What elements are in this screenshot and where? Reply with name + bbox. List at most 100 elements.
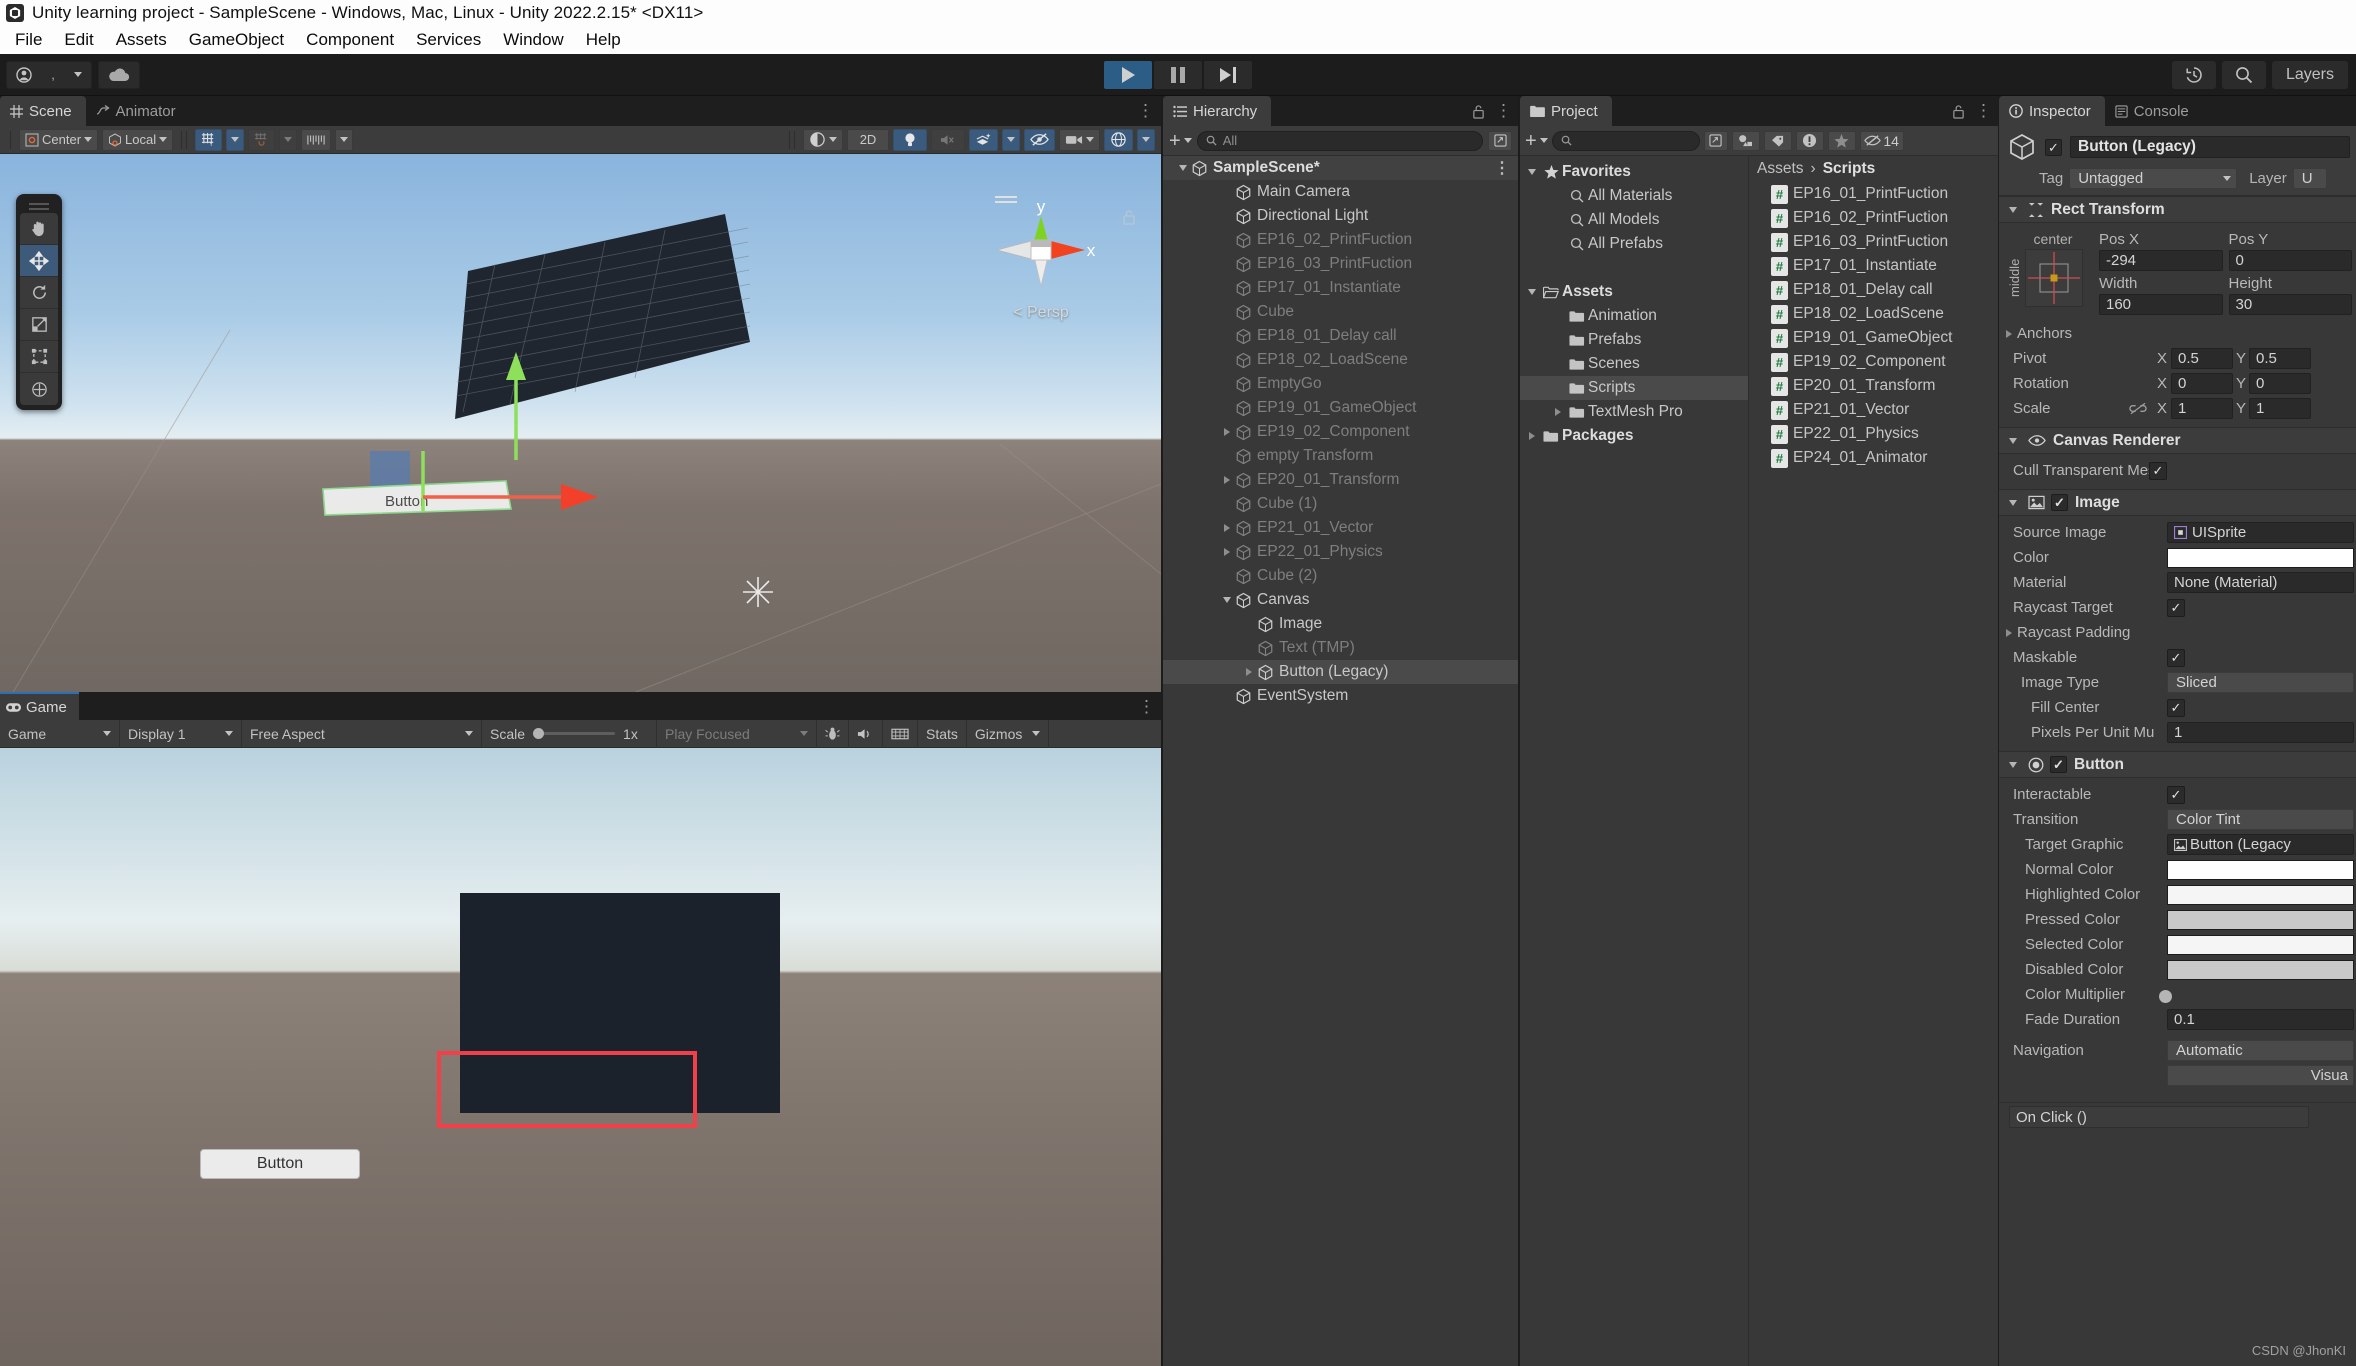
chevron-down-icon[interactable] xyxy=(2005,499,2021,506)
chevron-down-icon[interactable] xyxy=(1175,165,1191,171)
chevron-down-icon[interactable] xyxy=(1524,289,1540,295)
project-asset-item[interactable]: # EP24_01_Animator xyxy=(1749,446,1998,470)
project-tree-item[interactable]: Scenes xyxy=(1520,352,1748,376)
menu-window[interactable]: Window xyxy=(492,26,574,54)
project-tree-item[interactable]: Favorites xyxy=(1520,160,1748,184)
hierarchy-open-in-window-button[interactable] xyxy=(1488,130,1512,151)
hierarchy-item[interactable]: Cube xyxy=(1163,300,1518,324)
project-type-filter-button[interactable] xyxy=(1731,130,1760,151)
scene-overlay-grip[interactable] xyxy=(995,196,1017,203)
hierarchy-item[interactable]: EP18_01_Delay call xyxy=(1163,324,1518,348)
lock-icon[interactable] xyxy=(1952,104,1965,119)
chevron-down-icon[interactable] xyxy=(2005,206,2021,213)
component-header-canvas-renderer[interactable]: Canvas Renderer xyxy=(1999,427,2356,454)
rect-tool-button[interactable] xyxy=(20,341,58,373)
project-tree-item[interactable]: TextMesh Pro xyxy=(1520,400,1748,424)
anchors-foldout[interactable]: Anchors xyxy=(1999,321,2356,346)
scene-context-menu-icon[interactable]: ⋮ xyxy=(1494,158,1510,178)
project-asset-item[interactable]: # EP20_01_Transform xyxy=(1749,374,1998,398)
game-aspect-grid-button[interactable] xyxy=(883,719,918,748)
hierarchy-item[interactable]: EP16_02_PrintFuction xyxy=(1163,228,1518,252)
project-asset-item[interactable]: # EP18_01_Delay call xyxy=(1749,278,1998,302)
disabled-color-swatch[interactable] xyxy=(2167,959,2354,980)
tab-animator[interactable]: Animator xyxy=(86,96,190,126)
hierarchy-add-button[interactable]: + xyxy=(1169,131,1192,151)
chevron-down-icon[interactable] xyxy=(2005,437,2021,444)
scene-perspective-label[interactable]: < Persp xyxy=(981,304,1101,322)
fx-options-dropdown[interactable] xyxy=(1002,128,1020,151)
hierarchy-tree[interactable]: SampleScene* ⋮ Main Camera Directional Ligh… xyxy=(1163,156,1518,708)
normal-color-swatch[interactable] xyxy=(2167,859,2354,880)
chevron-right-icon[interactable] xyxy=(1219,428,1235,436)
hidden-objects-toggle[interactable] xyxy=(1024,128,1055,151)
height-field[interactable]: 30 xyxy=(2228,294,2352,315)
rotation-y-field[interactable]: 0 xyxy=(2249,373,2311,394)
scene-audio-toggle[interactable] xyxy=(931,128,965,151)
button-enabled-checkbox[interactable]: ✓ xyxy=(2050,756,2067,773)
chevron-right-icon[interactable] xyxy=(1219,548,1235,556)
pivot-y-field[interactable]: 0.5 xyxy=(2249,348,2311,369)
menu-file[interactable]: File xyxy=(4,26,53,54)
project-warning-filter-button[interactable] xyxy=(1795,130,1824,151)
game-viewport[interactable]: Button xyxy=(0,748,1161,1366)
menu-gameobject[interactable]: GameObject xyxy=(178,26,295,54)
project-tree-item[interactable]: All Materials xyxy=(1520,184,1748,208)
move-gizmo-y-axis[interactable] xyxy=(498,352,534,462)
move-tool-button[interactable] xyxy=(20,245,58,277)
fill-center-checkbox[interactable]: ✓ xyxy=(2167,698,2185,717)
chevron-right-icon[interactable] xyxy=(1524,432,1540,440)
hierarchy-item[interactable]: EventSystem xyxy=(1163,684,1518,708)
component-header-rect-transform[interactable]: Rect Transform xyxy=(1999,196,2356,223)
scene-fx-toggle[interactable] xyxy=(969,128,998,151)
project-asset-list[interactable]: # EP16_01_PrintFuction # EP16_02_PrintFucti… xyxy=(1749,182,1998,470)
tab-scene[interactable]: Scene xyxy=(0,96,86,126)
scene-tab-menu[interactable]: ⋮ xyxy=(1137,96,1155,126)
project-asset-item[interactable]: # EP16_03_PrintFuction xyxy=(1749,230,1998,254)
project-tree-item[interactable]: Scripts xyxy=(1520,376,1748,400)
grid-visibility-toggle[interactable]: Y xyxy=(195,128,223,151)
hierarchy-item[interactable]: EP20_01_Transform xyxy=(1163,468,1518,492)
scale-y-field[interactable]: 1 xyxy=(2249,398,2311,419)
project-menu-icon[interactable]: ⋮ xyxy=(1975,101,1992,121)
scale-slider-track[interactable] xyxy=(533,728,616,739)
menu-help[interactable]: Help xyxy=(575,26,632,54)
object-enabled-checkbox[interactable]: ✓ xyxy=(2045,138,2062,156)
menu-assets[interactable]: Assets xyxy=(105,26,178,54)
project-asset-pane[interactable]: Assets › Scripts # EP16_01_PrintFuction # E… xyxy=(1749,156,1998,1366)
scene-axis-gizmo[interactable]: y x xyxy=(981,190,1101,310)
hierarchy-item[interactable]: EP17_01_Instantiate xyxy=(1163,276,1518,300)
layers-dropdown[interactable]: Layers xyxy=(2271,60,2348,89)
ppu-field[interactable]: 1 xyxy=(2167,722,2354,743)
snap-toggle[interactable] xyxy=(248,128,276,151)
chevron-right-icon[interactable] xyxy=(1241,668,1257,676)
transform-tool-button[interactable] xyxy=(20,373,58,405)
project-tree-item[interactable]: All Prefabs xyxy=(1520,232,1748,256)
project-asset-item[interactable]: # EP19_01_GameObject xyxy=(1749,326,1998,350)
hierarchy-item[interactable]: Main Camera xyxy=(1163,180,1518,204)
grid-options-dropdown[interactable] xyxy=(226,128,245,151)
hierarchy-item[interactable]: Text (TMP) xyxy=(1163,636,1518,660)
project-open-in-window-button[interactable] xyxy=(1703,130,1728,151)
project-tree-item[interactable]: All Models xyxy=(1520,208,1748,232)
search-button[interactable] xyxy=(2221,60,2266,89)
project-label-filter-button[interactable] xyxy=(1763,130,1792,151)
hierarchy-item[interactable]: EP21_01_Vector xyxy=(1163,516,1518,540)
visualize-button[interactable]: Visua xyxy=(2167,1065,2354,1086)
selected-color-swatch[interactable] xyxy=(2167,934,2354,955)
step-button[interactable] xyxy=(1204,60,1252,89)
hierarchy-item[interactable]: Directional Light xyxy=(1163,204,1518,228)
hierarchy-menu-icon[interactable]: ⋮ xyxy=(1495,101,1512,121)
hand-tool-button[interactable] xyxy=(20,213,58,245)
hierarchy-item[interactable]: EP22_01_Physics xyxy=(1163,540,1518,564)
fade-duration-field[interactable]: 0.1 xyxy=(2167,1009,2354,1030)
hierarchy-scene-root[interactable]: SampleScene* ⋮ xyxy=(1163,156,1518,180)
game-play-mode-dropdown[interactable]: Play Focused xyxy=(657,719,817,748)
rotate-tool-button[interactable] xyxy=(20,277,58,309)
image-color-swatch[interactable] xyxy=(2167,547,2354,568)
tab-hierarchy[interactable]: Hierarchy xyxy=(1163,96,1272,126)
game-tab-menu[interactable]: ⋮ xyxy=(1138,692,1155,722)
game-target-dropdown[interactable]: Game xyxy=(0,719,120,748)
source-image-field[interactable]: UISprite xyxy=(2167,522,2354,543)
material-field[interactable]: None (Material) xyxy=(2167,572,2354,593)
project-tree-item[interactable]: Prefabs xyxy=(1520,328,1748,352)
